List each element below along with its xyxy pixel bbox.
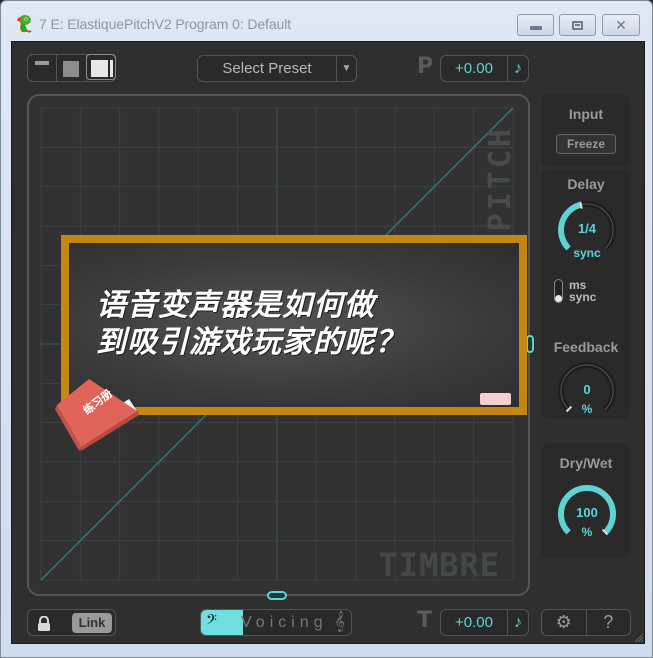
minimize-icon: [529, 26, 542, 30]
lock-icon[interactable]: [37, 616, 51, 631]
ms-sync-toggle[interactable]: [554, 279, 563, 303]
eraser-icon: [480, 393, 511, 405]
feedback-title: Feedback: [553, 339, 619, 355]
view-mode-toggle: [27, 54, 116, 82]
toggle-knob: [555, 295, 562, 302]
dry-wet-unit: %: [581, 525, 593, 539]
help-button[interactable]: ?: [587, 610, 631, 635]
compact-view-icon: [35, 61, 49, 65]
sync-option-label: sync: [569, 290, 597, 304]
resize-grip[interactable]: [632, 631, 644, 643]
maximize-icon: [572, 20, 583, 30]
dry-wet-value: 100: [576, 505, 598, 520]
minimize-button[interactable]: [517, 14, 554, 36]
workbook-icon: 练习册: [55, 379, 139, 451]
input-title: Input: [568, 106, 604, 122]
close-button[interactable]: ✕: [602, 14, 640, 36]
link-button[interactable]: Link: [72, 613, 112, 633]
right-panel: Input Freeze Delay 1/4 sync ms sync Feed…: [541, 94, 631, 558]
bass-clef-icon: 𝄢: [206, 612, 217, 631]
gear-icon: ⚙: [555, 612, 572, 632]
settings-help-group: ⚙ ?: [541, 609, 631, 636]
full-view-icon: [90, 60, 108, 77]
view-mode-medium[interactable]: [57, 55, 87, 81]
dropdown-arrow-icon[interactable]: ▼: [336, 56, 356, 81]
timbre-value-box[interactable]: +0.00 ♪: [440, 609, 529, 636]
title-bar[interactable]: 7 E: ElastiquePitchV2 Program 0: Default…: [1, 1, 652, 41]
view-mode-full[interactable]: [85, 54, 116, 80]
pitch-handle[interactable]: [526, 335, 534, 353]
feedback-value: 0: [583, 382, 591, 397]
timbre-value[interactable]: +0.00: [441, 610, 508, 635]
pitch-value[interactable]: +0.00: [441, 56, 508, 81]
dry-wet-title: Dry/Wet: [559, 455, 613, 471]
voicing-slider[interactable]: 𝄢 Voicing 𝄞: [200, 609, 352, 636]
banner-headline: 语音变声器是如何做 到吸引游戏玩家的呢？: [96, 287, 406, 361]
delay-knob[interactable]: 1/4 sync: [556, 199, 618, 261]
feedback-knob[interactable]: 0 %: [556, 360, 618, 422]
treble-clef-icon: 𝄞: [334, 611, 345, 631]
pitch-letter: P: [417, 54, 434, 79]
help-icon: ?: [603, 612, 614, 632]
maximize-button[interactable]: [559, 14, 596, 36]
window-title: 7 E: ElastiquePitchV2 Program 0: Default: [39, 16, 292, 32]
pitch-value-box[interactable]: +0.00 ♪: [440, 55, 529, 82]
pitch-axis-label: PITCH: [483, 126, 518, 232]
view-mode-compact[interactable]: [28, 55, 58, 81]
link-group: Link: [27, 609, 116, 636]
preset-label: Select Preset: [222, 60, 312, 77]
plugin-window: 7 E: ElastiquePitchV2 Program 0: Default…: [0, 0, 653, 658]
timbre-axis-label: TIMBRE: [378, 546, 500, 584]
feedback-unit: %: [581, 402, 593, 416]
medium-view-icon: [63, 61, 80, 77]
timbre-note-icon[interactable]: ♪: [508, 614, 528, 632]
voicing-label: Voicing: [241, 614, 328, 631]
close-icon: ✕: [615, 17, 627, 33]
timbre-letter: T: [417, 608, 433, 633]
dry-wet-knob[interactable]: 100 %: [556, 483, 618, 545]
headline-line-1: 语音变声器是如何做: [96, 288, 375, 323]
delay-feedback-section: Delay 1/4 sync ms sync Feedback 0 %: [541, 169, 631, 419]
headline-line-2: 到吸引游戏玩家的呢？: [96, 325, 406, 360]
preset-selector[interactable]: Select Preset ▼: [197, 55, 357, 82]
settings-button[interactable]: ⚙: [542, 610, 587, 635]
delay-title: Delay: [567, 176, 605, 192]
timbre-handle[interactable]: [267, 591, 287, 600]
pitch-note-icon[interactable]: ♪: [508, 60, 528, 78]
dry-wet-section: Dry/Wet 100 %: [541, 443, 631, 558]
delay-value: 1/4: [577, 221, 597, 236]
input-section: Input Freeze: [541, 94, 631, 167]
delay-unit: sync: [573, 246, 601, 260]
frog-app-icon: [17, 15, 32, 33]
full-view-sidebar-icon: [109, 60, 113, 77]
freeze-button[interactable]: Freeze: [556, 134, 616, 154]
